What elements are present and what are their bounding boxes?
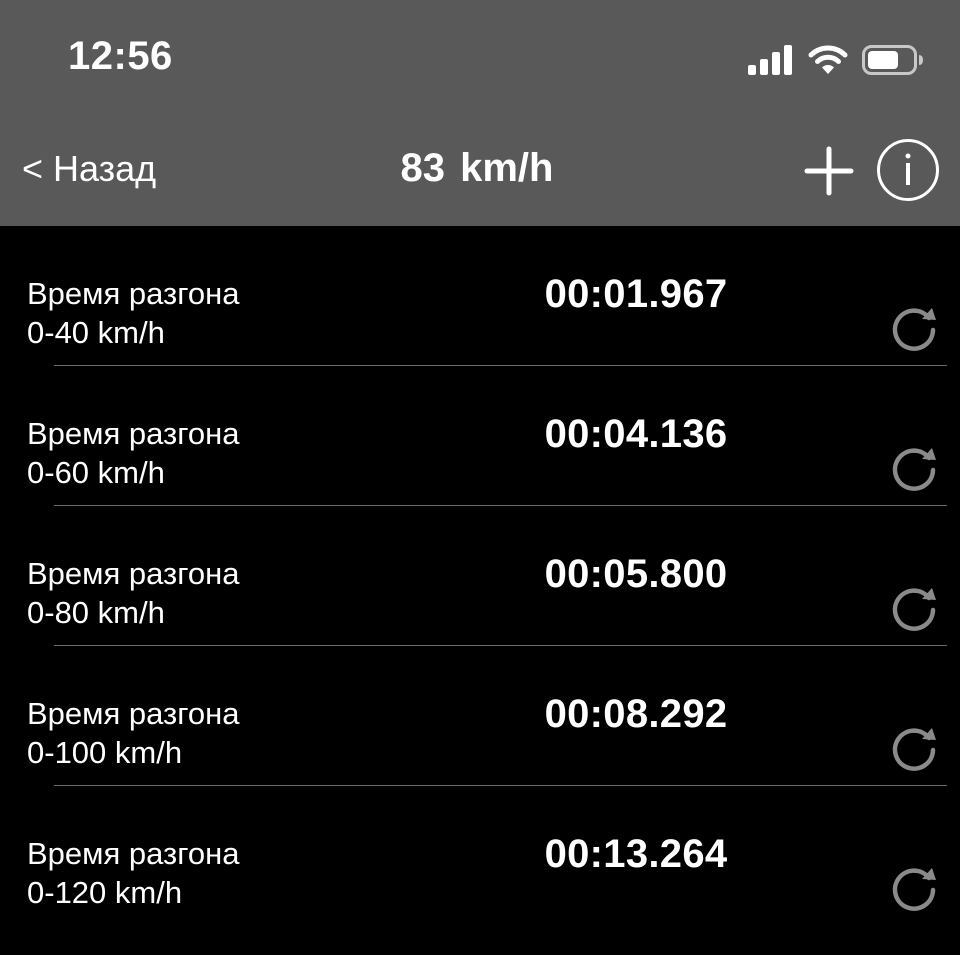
- plus-icon[interactable]: [804, 146, 854, 196]
- row-range: 0-120 km/h: [27, 875, 183, 910]
- top-header: 12:56 < Назад 83 km/h: [0, 0, 960, 226]
- reload-icon[interactable]: [888, 584, 940, 636]
- row-time: 00:13.264: [544, 832, 728, 876]
- status-icons: [748, 40, 924, 80]
- row-title: Время разгона: [27, 836, 240, 871]
- row-title: Время разгона: [27, 276, 240, 311]
- row-label: Время разгона 0-60 km/h: [27, 414, 239, 492]
- battery-icon: [862, 45, 923, 75]
- row-time: 00:08.292: [544, 692, 728, 736]
- row-label: Время разгона 0-100 km/h: [27, 694, 239, 772]
- wifi-icon: [808, 45, 848, 74]
- reload-icon[interactable]: [888, 864, 940, 916]
- row-time: 00:04.136: [544, 412, 728, 456]
- row-title: Время разгона: [27, 696, 240, 731]
- row-time: 00:05.800: [544, 552, 728, 596]
- list-item: Время разгона 0-40 km/h 00:01.967: [0, 226, 960, 366]
- acceleration-list: Время разгона 0-40 km/h 00:01.967 Время …: [0, 226, 960, 926]
- row-time: 00:01.967: [544, 272, 728, 316]
- row-label: Время разгона 0-120 km/h: [27, 834, 239, 912]
- row-range: 0-40 km/h: [27, 315, 165, 350]
- list-item: Время разгона 0-80 km/h 00:05.800: [0, 506, 960, 646]
- reload-icon[interactable]: [888, 724, 940, 776]
- status-time: 12:56: [68, 34, 173, 78]
- row-title: Время разгона: [27, 556, 240, 591]
- row-range: 0-80 km/h: [27, 595, 165, 630]
- list-item: Время разгона 0-120 km/h 00:13.264: [0, 786, 960, 926]
- cellular-signal-icon: [748, 45, 792, 75]
- row-title: Время разгона: [27, 416, 240, 451]
- list-item: Время разгона 0-60 km/h 00:04.136: [0, 366, 960, 506]
- list-item: Время разгона 0-100 km/h 00:08.292: [0, 646, 960, 786]
- row-label: Время разгона 0-40 km/h: [27, 274, 239, 352]
- row-range: 0-100 km/h: [27, 735, 183, 770]
- reload-icon[interactable]: [888, 304, 940, 356]
- row-range: 0-60 km/h: [27, 455, 165, 490]
- info-icon[interactable]: [876, 138, 940, 202]
- row-label: Время разгона 0-80 km/h: [27, 554, 239, 632]
- reload-icon[interactable]: [888, 444, 940, 496]
